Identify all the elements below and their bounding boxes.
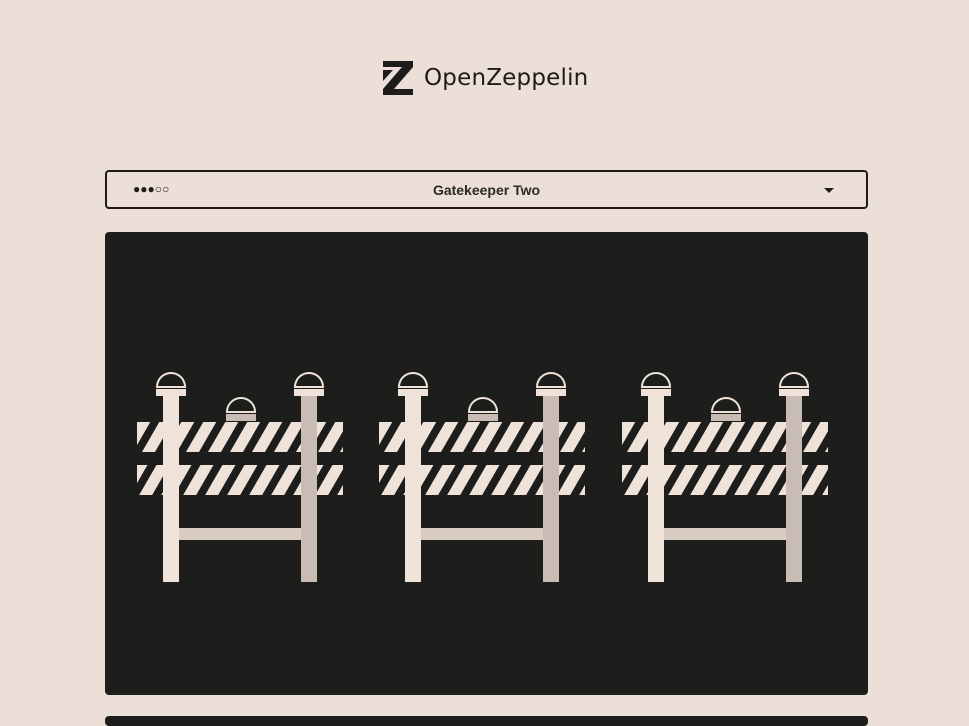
barricade-2 [378, 372, 586, 583]
barricades-illustration [136, 372, 829, 583]
openzeppelin-z-logo-icon [383, 61, 413, 95]
openzeppelin-logo[interactable]: OpenZeppelin [382, 61, 588, 95]
level-illustration [105, 232, 868, 695]
next-panel-edge [105, 716, 868, 726]
caret-down-icon [824, 188, 834, 193]
barricade-3 [621, 372, 829, 583]
page-header: OpenZeppelin [0, 0, 969, 160]
level-select-dropdown[interactable]: ●●●○○ Gatekeeper Two [105, 170, 868, 209]
barricade-1 [136, 372, 344, 583]
level-title: Gatekeeper Two [432, 182, 541, 198]
logo-text: OpenZeppelin [424, 65, 589, 91]
